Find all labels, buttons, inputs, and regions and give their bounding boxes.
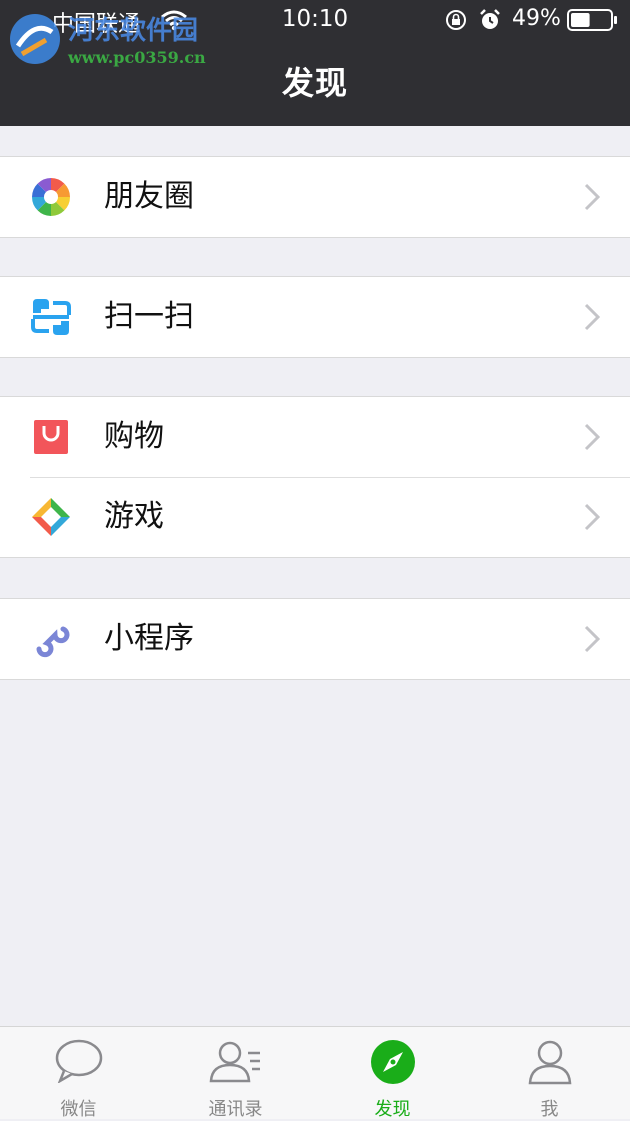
shopping-icon — [34, 420, 68, 454]
menu-group-scan: 扫一扫 — [0, 276, 630, 358]
watermark-text: 河东软件园 — [68, 16, 199, 46]
page-title: 发现 — [281, 64, 348, 102]
menu-group-mini-programs: 小程序 — [0, 598, 630, 680]
menu-item-label: 购物 — [104, 419, 164, 454]
scan-icon — [31, 299, 71, 335]
person-icon — [528, 1040, 571, 1085]
tab-me[interactable]: 我 — [471, 1027, 628, 1120]
menu-item-scan[interactable]: 扫一扫 — [0, 277, 630, 357]
menu-group-moments: 朋友圈 — [0, 156, 630, 238]
alarm-icon — [480, 9, 500, 29]
mini-program-icon — [36, 626, 70, 658]
menu-item-mini-programs[interactable]: 小程序 — [0, 599, 630, 679]
menu-item-label: 扫一扫 — [104, 299, 194, 334]
rotation-lock-icon — [446, 10, 466, 30]
tab-chats[interactable]: 微信 — [0, 1027, 157, 1120]
tab-contacts[interactable]: 通讯录 — [157, 1027, 314, 1120]
tab-discover[interactable]: 发现 — [314, 1027, 471, 1120]
menu-item-moments[interactable]: 朋友圈 — [0, 157, 630, 237]
battery-icon — [567, 9, 617, 31]
chevron-right-icon — [584, 503, 600, 531]
tab-label: 通讯录 — [208, 1099, 263, 1120]
chevron-right-icon — [584, 625, 600, 653]
battery-percentage: 49% — [512, 6, 561, 31]
tab-label: 微信 — [60, 1099, 97, 1120]
chevron-right-icon — [584, 423, 600, 451]
bottom-tab-bar: 微信 通讯录 发现 我 — [0, 1026, 630, 1120]
menu-item-label: 朋友圈 — [104, 179, 194, 214]
chevron-right-icon — [584, 183, 600, 211]
menu-item-games[interactable]: 游戏 — [0, 477, 630, 557]
navigation-header: 中国联通 10:10 49% 河东软件园 www.pc0359.cn 发现 — [0, 0, 630, 126]
tab-label: 发现 — [374, 1099, 411, 1120]
chevron-right-icon — [584, 303, 600, 331]
games-icon — [32, 498, 70, 536]
chat-icon — [55, 1039, 102, 1083]
menu-item-shopping[interactable]: 购物 — [0, 397, 630, 477]
menu-item-label: 游戏 — [104, 499, 164, 534]
moments-icon — [32, 178, 70, 216]
compass-icon — [370, 1040, 415, 1084]
tab-label: 我 — [540, 1099, 559, 1120]
menu-group-shopping-games: 购物 游戏 — [0, 396, 630, 558]
menu-item-label: 小程序 — [104, 621, 194, 656]
contacts-icon — [209, 1041, 260, 1083]
